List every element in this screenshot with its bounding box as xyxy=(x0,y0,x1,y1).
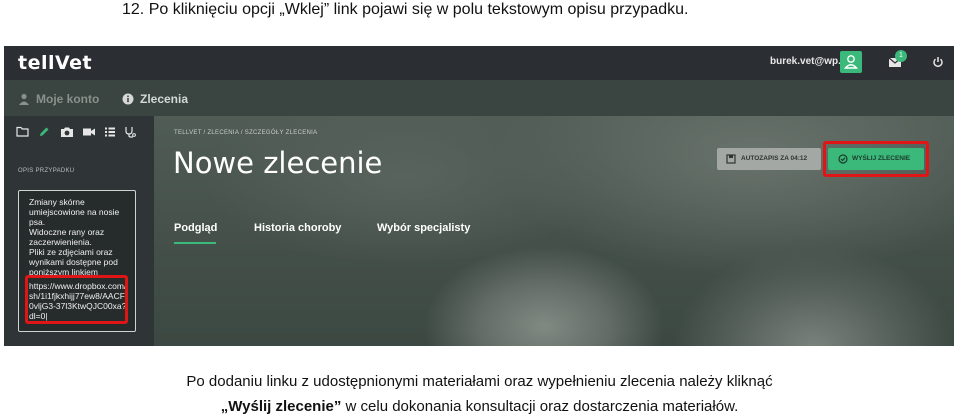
page-title: Nowe zlecenie xyxy=(173,146,383,180)
stethoscope-icon[interactable] xyxy=(124,126,136,138)
user-email: burek.vet@wp.pl xyxy=(770,56,850,67)
sidebar-label: OPIS PRZYPADKU xyxy=(18,168,75,174)
user-icon xyxy=(843,55,859,69)
instruction-heading: 12. Po kliknięciu opcji „Wklej” link poj… xyxy=(122,1,689,18)
save-icon xyxy=(726,154,736,164)
nav-item-zlecenia[interactable]: Zlecenia xyxy=(122,92,188,106)
notification-badge: 1 xyxy=(895,50,907,62)
profile-button[interactable] xyxy=(840,51,862,73)
power-icon[interactable] xyxy=(932,56,944,68)
active-tab-indicator xyxy=(174,242,216,244)
nav-item-moje-konto[interactable]: Moje konto xyxy=(18,92,99,106)
logo[interactable]: tellVet xyxy=(18,52,92,74)
breadcrumb: TELLVET / ZLECENIA / SZCZEGÓŁY ZLECENIA xyxy=(174,130,318,136)
tab-wybor-specjalisty[interactable]: Wybór specjalisty xyxy=(377,222,470,234)
send-highlight-box xyxy=(823,141,929,177)
pencil-icon[interactable] xyxy=(38,126,50,138)
tab-podglad[interactable]: Podgląd xyxy=(174,222,217,234)
list-icon[interactable] xyxy=(104,126,116,138)
main-nav: Moje konto Zlecenia xyxy=(4,80,954,116)
info-icon xyxy=(122,93,134,105)
user-icon xyxy=(19,93,29,105)
caption-line-2: „Wyślij zlecenie” w celu dokonania konsu… xyxy=(0,397,959,417)
caption-line-2-rest: w celu dokonania konsultacji oraz dostar… xyxy=(341,398,739,415)
caption-line-1: Po dodaniu linku z udostępnionymi materi… xyxy=(186,373,773,390)
caption-bold-button-name: „Wyślij zlecenie” xyxy=(220,398,342,415)
app-screenshot: tellVet burek.vet@wp.pl 1 Moje konto Zle… xyxy=(4,46,954,346)
tab-historia-choroby[interactable]: Historia choroby xyxy=(254,222,341,234)
case-description-text: Zmiany skórne umiejscowione na nosie psa… xyxy=(29,197,120,277)
top-bar: tellVet burek.vet@wp.pl 1 xyxy=(4,46,954,80)
link-highlight-box xyxy=(25,275,128,324)
camera-icon[interactable] xyxy=(60,126,74,138)
autosave-button[interactable]: AUTOZAPIS ZA 04:12 xyxy=(717,148,821,170)
folder-icon[interactable] xyxy=(16,126,29,137)
video-icon[interactable] xyxy=(82,126,96,138)
